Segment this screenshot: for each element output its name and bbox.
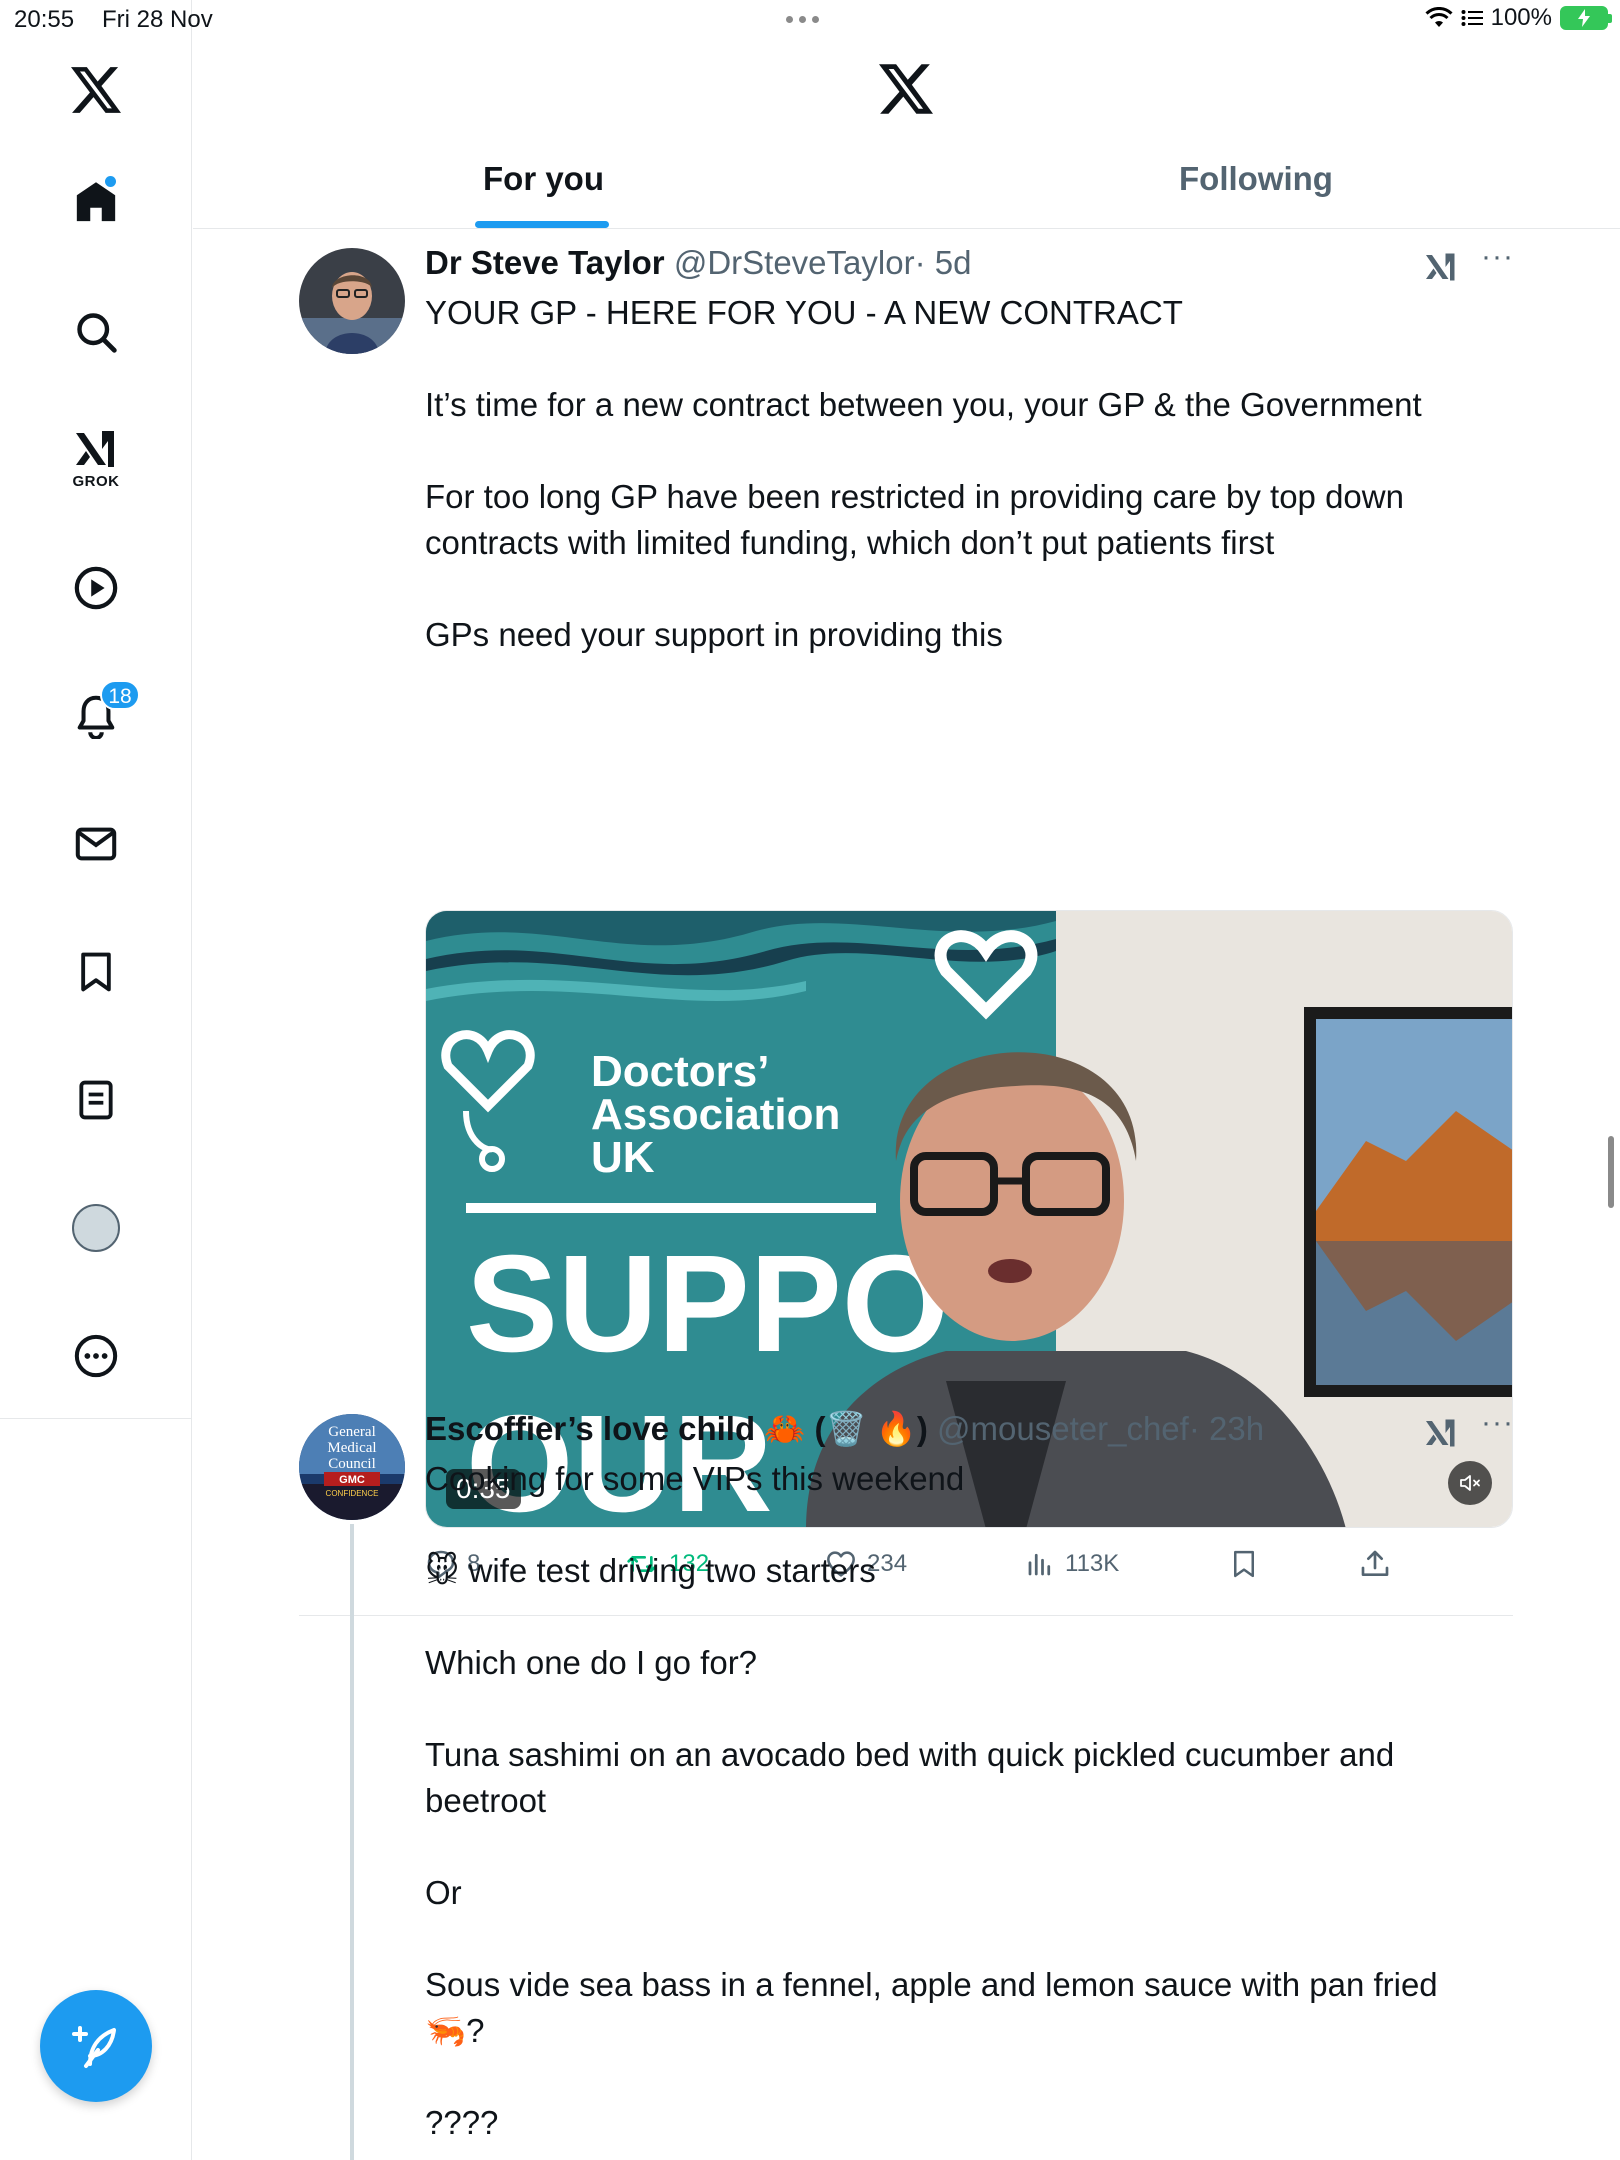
tweet-paragraph: Tuna sashimi on an avocado bed with quic…: [425, 1736, 1395, 1819]
home-unread-dot: [105, 176, 116, 187]
sidebar-item-notifications[interactable]: 18: [56, 676, 140, 756]
battery-percent: 100%: [1490, 4, 1552, 31]
profile-avatar: [72, 1204, 120, 1252]
author-avatar[interactable]: [299, 248, 405, 354]
sidebar-item-messages[interactable]: [56, 804, 136, 884]
avatar-text-line: Council: [328, 1456, 376, 1472]
tweet-card[interactable]: Dr Steve Taylor @DrSteveTaylor· 5d ··· Y…: [193, 230, 1514, 1616]
banner-text-line3: UK: [591, 1133, 655, 1182]
envelope-icon: [75, 827, 117, 861]
tweet-time[interactable]: · 5d: [915, 244, 972, 281]
tweet-paragraph: GPs need your support in providing this: [425, 616, 1003, 653]
avatar-text-line: CONFIDENCE: [326, 1489, 379, 1498]
tweet-paragraph: Sous vide sea bass in a fennel, apple an…: [425, 1966, 1438, 2049]
tweet-paragraph: It’s time for a new contract between you…: [425, 386, 1422, 423]
tweet-paragraph: Or: [425, 1874, 462, 1911]
banner-text-line2: Association: [591, 1090, 840, 1139]
active-tab-indicator: [475, 221, 609, 228]
multitasking-dots[interactable]: [786, 16, 819, 23]
author-name[interactable]: Dr Steve Taylor: [425, 244, 665, 281]
tweet-card[interactable]: General Medical Council GMC CONFIDENCE E…: [193, 1396, 1513, 2160]
compose-post-button[interactable]: [40, 1990, 152, 2102]
thread-connector: [350, 1524, 354, 2160]
grok-icon[interactable]: [1423, 250, 1459, 284]
tweet-paragraph: Cooking for some VIPs this weekend: [425, 1460, 965, 1497]
status-bar: 20:55 Fri 28 Nov 100%: [0, 0, 1620, 40]
avatar-text-line: GMC: [339, 1474, 365, 1486]
tweet-paragraph: 🐭 wife test driving two starters: [425, 1552, 876, 1589]
tweet-time[interactable]: · 23h: [1189, 1410, 1264, 1447]
grok-icon[interactable]: [1423, 1416, 1459, 1450]
tweet-paragraph: YOUR GP - HERE FOR YOU - A NEW CONTRACT: [425, 294, 1183, 331]
tab-following[interactable]: Following: [1179, 160, 1333, 198]
banner-text-line1: Doctors’: [591, 1047, 769, 1096]
avatar-text-line: Medical: [327, 1440, 376, 1456]
list-doc-icon: [79, 1080, 113, 1120]
sidebar-item-home[interactable]: [56, 162, 136, 242]
x-logo-icon: [71, 67, 121, 113]
status-time: 20:55: [14, 6, 75, 33]
sidebar-item-x-logo[interactable]: [56, 50, 136, 130]
more-options-icon[interactable]: ···: [1481, 240, 1514, 274]
compose-feather-icon: [72, 2026, 116, 2068]
play-circle-icon: [74, 566, 118, 610]
tweet-paragraph: ????: [425, 2104, 499, 2141]
tweet-header: Dr Steve Taylor @DrSteveTaylor· 5d: [425, 244, 971, 282]
grok-icon: [76, 430, 114, 467]
author-handle[interactable]: @DrSteveTaylor: [674, 244, 915, 281]
tweet-paragraph: For too long GP have been restricted in …: [425, 478, 1404, 561]
battery-icon: [1560, 6, 1612, 30]
sidebar-item-profile[interactable]: [56, 1188, 136, 1268]
tweet-text: Cooking for some VIPs this weekend 🐭 wif…: [425, 1456, 1505, 2146]
sidebar-item-lists[interactable]: [56, 1060, 136, 1140]
status-right: 100%: [1425, 4, 1612, 32]
x-header-logo-icon[interactable]: [879, 64, 933, 114]
tweet-paragraph: Which one do I go for?: [425, 1644, 758, 1681]
sidebar: GROK 18: [0, 0, 192, 2160]
sidebar-item-bookmarks[interactable]: [56, 932, 136, 1012]
notification-count-badge: 18: [100, 680, 140, 710]
sidebar-divider: [0, 1418, 192, 1419]
wifi-icon: [1425, 7, 1453, 27]
grok-label: GROK: [72, 472, 120, 490]
scrollbar[interactable]: [1608, 1136, 1614, 1208]
sidebar-item-search[interactable]: [56, 292, 136, 372]
tweet-header: Escoffier’s love child 🦀 (🗑️ 🔥) @mousete…: [425, 1410, 1264, 1449]
more-options-icon[interactable]: ···: [1481, 1406, 1514, 1440]
sidebar-item-grok[interactable]: GROK: [56, 418, 136, 498]
bookmark-icon: [81, 952, 111, 992]
more-circle-icon: [74, 1334, 118, 1378]
author-name[interactable]: Escoffier’s love child 🦀 (🗑️ 🔥): [425, 1410, 928, 1447]
list-icon: [1461, 10, 1483, 26]
status-date: Fri 28 Nov: [102, 6, 213, 33]
tab-for-you[interactable]: For you: [483, 160, 604, 198]
avatar-text-line: General: [328, 1424, 375, 1440]
author-handle[interactable]: @mouseter_chef: [937, 1410, 1189, 1447]
search-icon: [77, 313, 117, 353]
banner-big-text: SUPPO: [466, 1227, 949, 1381]
author-avatar[interactable]: General Medical Council GMC CONFIDENCE: [299, 1414, 405, 1520]
tweet-text: YOUR GP - HERE FOR YOU - A NEW CONTRACT …: [425, 290, 1505, 658]
sidebar-item-more[interactable]: [56, 1316, 136, 1396]
sidebar-item-video[interactable]: [56, 548, 136, 628]
